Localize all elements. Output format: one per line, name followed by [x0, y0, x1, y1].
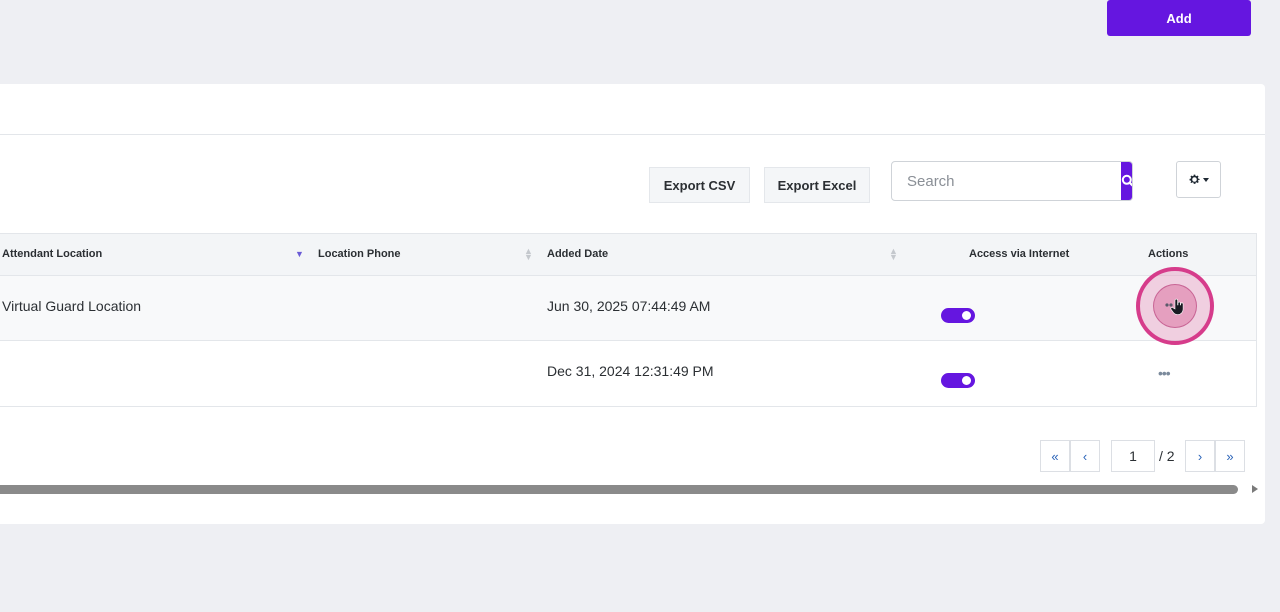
row-actions-button-highlighted[interactable]: [1136, 267, 1214, 345]
column-header-actions: Actions: [1148, 248, 1189, 260]
more-actions-icon[interactable]: •••: [1158, 365, 1171, 381]
scroll-right-arrow-icon[interactable]: [1252, 485, 1258, 493]
row-actions-button[interactable]: [1153, 284, 1197, 328]
pagination-end: › »: [1185, 440, 1245, 472]
caret-down-icon: [1203, 177, 1209, 182]
export-excel-button[interactable]: Export Excel: [764, 167, 870, 203]
page-total: / 2: [1159, 448, 1175, 464]
table-row: Virtual Guard Location Jun 30, 2025 07:4…: [0, 276, 1256, 341]
added-date-cell: Jun 30, 2025 07:44:49 AM: [547, 298, 711, 314]
access-via-internet-toggle[interactable]: [941, 373, 975, 388]
page-number-input[interactable]: [1111, 440, 1155, 472]
column-header-attendant-location[interactable]: Attendant Location: [2, 248, 102, 260]
gear-icon: [1189, 174, 1200, 184]
search-icon: [1121, 174, 1132, 187]
data-table: Attendant Location ▼ Location Phone ▲ ▼ A…: [0, 233, 1257, 407]
last-page-button[interactable]: »: [1215, 440, 1245, 472]
first-page-button[interactable]: «: [1040, 440, 1070, 472]
search-button[interactable]: [1121, 162, 1132, 200]
table-row: Dec 31, 2024 12:31:49 PM •••: [0, 341, 1256, 406]
column-header-location-phone[interactable]: Location Phone: [318, 248, 401, 260]
prev-page-button[interactable]: ‹: [1070, 440, 1100, 472]
horizontal-scrollbar-thumb[interactable]: [0, 485, 1238, 494]
sort-icon[interactable]: ▲ ▼: [524, 247, 533, 262]
attendant-location-cell: Virtual Guard Location: [2, 298, 142, 314]
list-card: Export CSV Export Excel Attendant Locati…: [0, 84, 1265, 524]
column-settings-button[interactable]: [1176, 161, 1221, 198]
search-box: [891, 161, 1133, 201]
table-header: Attendant Location ▼ Location Phone ▲ ▼ A…: [0, 234, 1256, 276]
search-input[interactable]: [892, 162, 1121, 200]
next-page-button[interactable]: ›: [1185, 440, 1215, 472]
pagination-start: « ‹: [1040, 440, 1100, 472]
export-csv-button[interactable]: Export CSV: [649, 167, 750, 203]
column-header-access-via-internet: Access via Internet: [969, 248, 1070, 260]
sort-icon[interactable]: ▲ ▼: [889, 247, 898, 262]
add-button[interactable]: Add: [1107, 0, 1251, 36]
sort-desc-icon[interactable]: ▼: [295, 250, 304, 259]
hand-pointer-icon: [1165, 298, 1184, 315]
added-date-cell: Dec 31, 2024 12:31:49 PM: [547, 363, 714, 379]
column-header-added-date[interactable]: Added Date: [547, 248, 608, 260]
access-via-internet-toggle[interactable]: [941, 308, 975, 323]
card-header-divider: [0, 134, 1265, 135]
